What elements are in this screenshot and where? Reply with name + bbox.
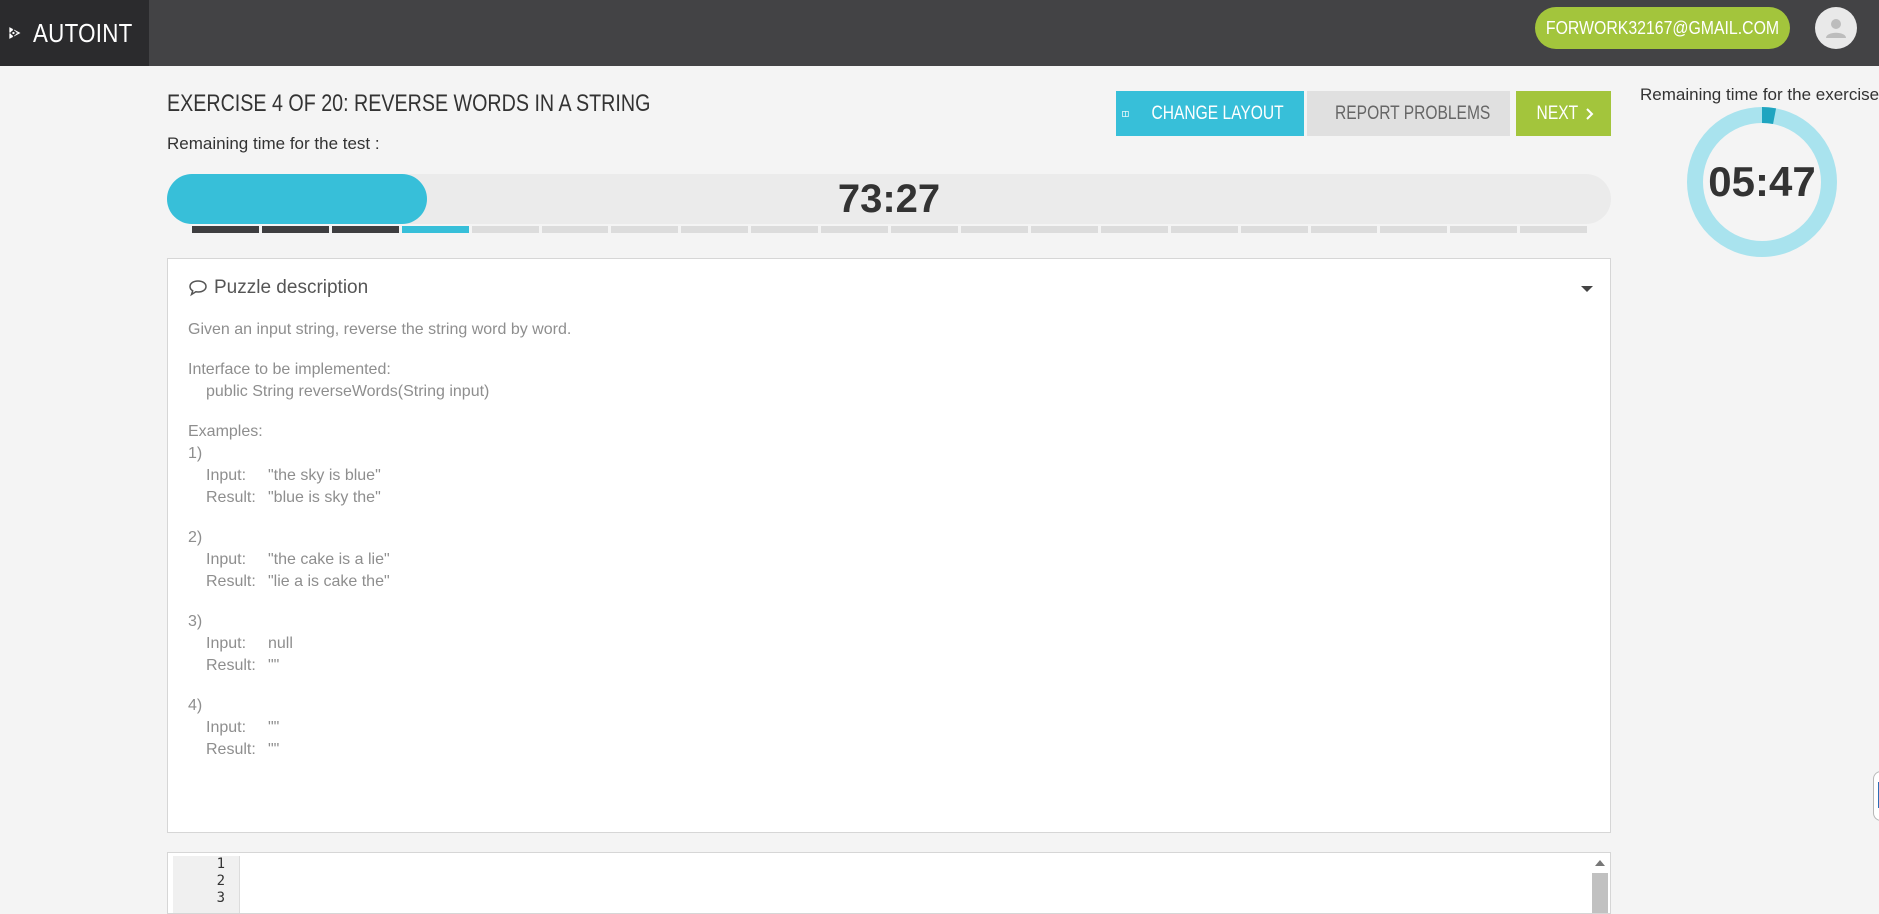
puzzle-panel: Puzzle description Given an input string… [167,258,1611,833]
brand[interactable]: AUTOINT [0,0,149,66]
puzzle-description: Given an input string, reverse the strin… [188,319,571,761]
example-input-line: Input: null [188,633,571,655]
exercise-time-label: Remaining time for the exercise [1640,85,1879,104]
user-email-label: FORWORK32167@GMAIL.COM [1545,17,1780,38]
example-result-label: Result: [206,741,256,758]
exercise-segment [1380,226,1448,233]
example-input: null [268,635,293,652]
example-result-line: Result: "" [188,739,571,761]
exercise-segment [1520,226,1588,233]
next-button[interactable]: NEXT [1516,91,1611,136]
puzzle-panel-header[interactable]: Puzzle description [188,277,368,299]
code-editor[interactable]: 1 2 3 [167,852,1611,914]
line-number-gutter: 1 2 3 [173,856,240,913]
example-number: 3) [188,613,203,630]
example-input: "the sky is blue" [268,467,381,484]
top-bar: AUTOINT FORWORK32167@GMAIL.COM [0,0,1879,66]
example-input-line: Input: "the sky is blue" [188,465,571,487]
layout-icon [1122,110,1129,117]
exercise-segment [261,226,329,233]
collapse-caret-icon[interactable] [1580,285,1594,293]
user-avatar-icon[interactable] [1815,7,1857,49]
example-result-label: Result: [206,489,256,506]
example-result: "" [268,741,280,758]
person-icon [1826,19,1846,38]
report-problems-label: REPORT PROBLEMS [1334,102,1491,124]
remaining-test-label: Remaining time for the test : [167,134,380,153]
test-progress-bar: 73:27 [167,174,1611,224]
exercise-segment [541,226,609,233]
editor-scrollbar[interactable] [1592,855,1608,913]
change-layout-label: CHANGE LAYOUT [1151,102,1284,124]
exercise-segment [401,226,469,233]
exercise-segment [1170,226,1238,233]
exercise-segment [751,226,819,233]
example-input-label: Input: [206,467,247,484]
puzzle-intro: Given an input string, reverse the strin… [188,321,572,338]
line-number: 2 [216,873,225,889]
example-input-label: Input: [206,719,247,736]
puzzle-heading: Puzzle description [214,277,369,298]
brand-name: AUTOINT [33,17,133,48]
change-layout-button[interactable]: CHANGE LAYOUT [1116,91,1304,136]
exercise-segment [1450,226,1518,233]
example-input: "" [268,719,280,736]
exercise-segments [192,226,1588,233]
example-input-label: Input: [206,551,247,568]
example-result: "" [268,657,280,674]
example-result: "blue is sky the" [268,489,381,506]
user-email-button[interactable]: FORWORK32167@GMAIL.COM [1535,7,1790,49]
example-number: 4) [188,697,203,714]
exercise-segment [1310,226,1378,233]
example-result-line: Result: "blue is sky the" [188,487,571,509]
report-problems-button[interactable]: REPORT PROBLEMS [1307,91,1510,136]
example-result-label: Result: [206,573,256,590]
next-label: NEXT [1536,102,1579,124]
line-number: 1 [216,856,225,872]
example-input-line: Input: "the cake is a lie" [188,549,571,571]
exercise-segment [471,226,539,233]
exercise-segment [1240,226,1308,233]
test-time-remaining: 73:27 [837,177,941,221]
exercise-segment [681,226,749,233]
side-feedback-tab[interactable] [1873,771,1879,821]
scrollbar-thumb[interactable] [1592,873,1608,913]
example-input: "the cake is a lie" [268,551,390,568]
exercise-time-remaining: 05:47 [1708,158,1816,205]
speech-bubble-icon [189,280,207,297]
exercise-segment [960,226,1028,233]
example-input-line: Input: "" [188,717,571,739]
chevron-right-icon [1586,107,1594,120]
exercise-segment [1100,226,1168,233]
exercise-segment [192,226,259,233]
example-result-line: Result: "" [188,655,571,677]
exercise-segment [611,226,679,233]
exercise-segment [891,226,958,233]
example-number: 1) [188,445,203,462]
scroll-up-arrow-icon[interactable] [1595,860,1605,866]
interface-signature: public String reverseWords(String input) [206,383,490,400]
example-result: "lie a is cake the" [268,573,390,590]
play-gear-icon [9,27,21,39]
example-result-label: Result: [206,657,256,674]
example-input-label: Input: [206,635,247,652]
exercise-segment [1030,226,1098,233]
page-title: EXERCISE 4 OF 20: REVERSE WORDS IN A STR… [167,90,651,117]
examples-label: Examples: [188,423,263,440]
interface-label: Interface to be implemented: [188,361,391,378]
example-result-line: Result: "lie a is cake the" [188,571,571,593]
exercise-segment [821,226,889,233]
example-number: 2) [188,529,203,546]
exercise-segment [331,226,399,233]
